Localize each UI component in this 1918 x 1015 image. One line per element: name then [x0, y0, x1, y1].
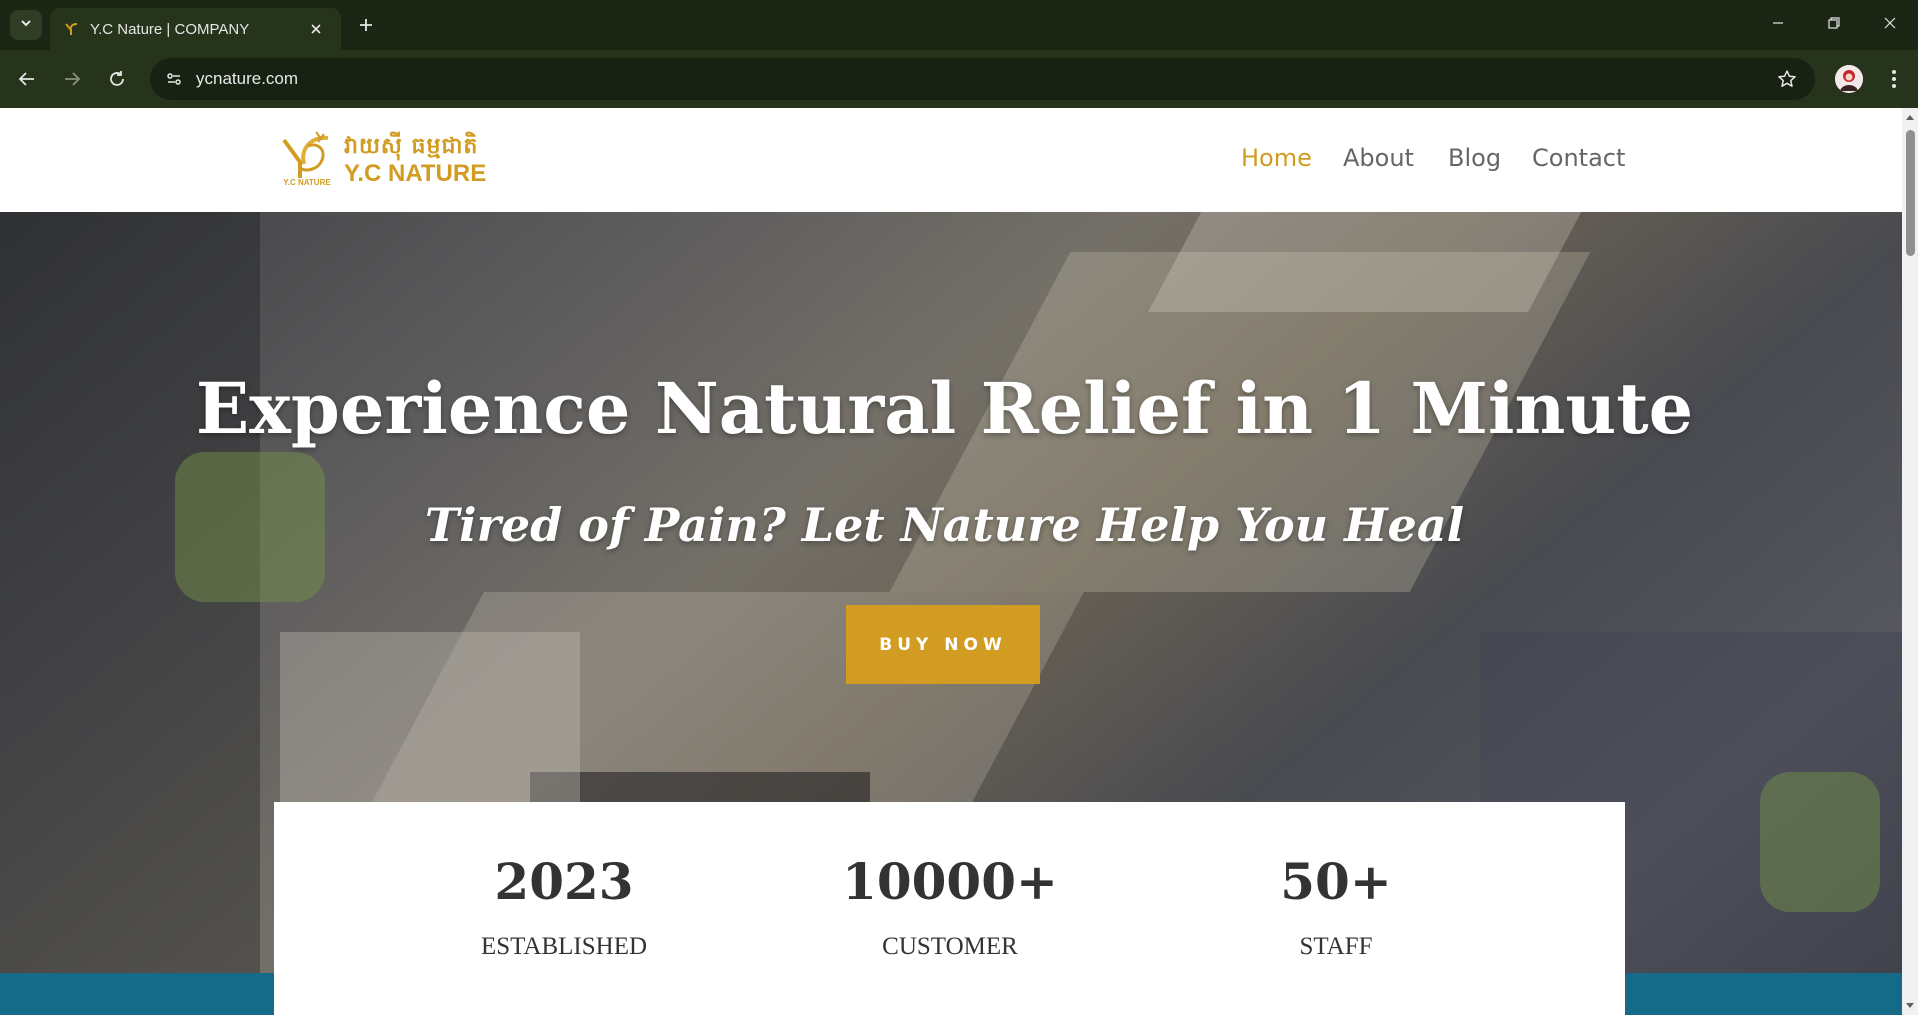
page-viewport: Y.C NATURE វាយស៊ី ធម្មជាតិ Y.C NATURE Ho… [0, 108, 1902, 1015]
hero-title: Experience Natural Relief in 1 Minute [195, 367, 1694, 450]
logo-khmer-text: វាយស៊ី ធម្មជាតិ [344, 133, 479, 159]
logo-text: វាយស៊ី ធម្មជាតិ Y.C NATURE [344, 132, 486, 188]
yc-nature-favicon [64, 21, 80, 37]
minimize-icon[interactable] [1750, 0, 1806, 46]
nav-about[interactable]: About [1343, 144, 1414, 172]
hero-subtitle: Tired of Pain? Let Nature Help You Heal [424, 498, 1465, 552]
scroll-down-arrow-icon[interactable] [1905, 1001, 1915, 1011]
browser-tab-active[interactable]: Y.C Nature | COMPANY [50, 8, 341, 50]
scroll-thumb[interactable] [1906, 130, 1915, 256]
browser-toolbar: ycnature.com [0, 50, 1918, 108]
star-icon[interactable] [1775, 67, 1799, 91]
stat-label: STAFF [1299, 933, 1373, 960]
url-text: ycnature.com [196, 69, 299, 88]
stat-value: 10000+ [842, 852, 1058, 911]
nav-blog[interactable]: Blog [1448, 144, 1501, 172]
forward-arrow-icon[interactable] [56, 63, 88, 95]
scroll-up-arrow-icon[interactable] [1905, 112, 1915, 122]
logo-latin-text: Y.C NATURE [344, 160, 487, 187]
stat-value: 2023 [494, 852, 634, 911]
close-window-icon[interactable] [1862, 0, 1918, 46]
site-logo[interactable]: Y.C NATURE វាយស៊ី ធម្មជាតិ Y.C NATURE [278, 128, 498, 192]
nav-home[interactable]: Home [1241, 144, 1312, 172]
vertical-dots-icon[interactable] [1880, 65, 1908, 93]
reload-icon[interactable] [101, 63, 133, 95]
site-header: Y.C NATURE វាយស៊ី ធម្មជាតិ Y.C NATURE Ho… [0, 108, 1902, 212]
close-icon[interactable] [305, 18, 327, 40]
page-scrollbar[interactable] [1902, 108, 1918, 1015]
stat-label: ESTABLISHED [480, 933, 648, 960]
back-arrow-icon[interactable] [11, 63, 43, 95]
site-settings-icon[interactable] [160, 65, 188, 93]
stat-value: 50+ [1280, 852, 1392, 911]
yc-logo-mark-icon: Y.C NATURE [278, 128, 336, 192]
address-bar[interactable]: ycnature.com [150, 58, 1815, 100]
chevron-down-icon [19, 16, 33, 35]
plus-icon[interactable] [353, 12, 379, 38]
restore-icon[interactable] [1806, 0, 1862, 46]
stats-card: 2023 ESTABLISHED 10000+ CUSTOMER 50+ STA… [274, 802, 1625, 1015]
profile-avatar[interactable] [1835, 65, 1863, 93]
tab-list-button[interactable] [10, 10, 42, 40]
buy-now-button[interactable]: BUY NOW [846, 605, 1040, 684]
stat-label: CUSTOMER [882, 933, 1018, 960]
browser-tab-bar: Y.C Nature | COMPANY [0, 0, 1918, 50]
tab-title: Y.C Nature | COMPANY [90, 20, 250, 38]
logo-mark-caption: Y.C NATURE [283, 178, 331, 187]
nav-contact[interactable]: Contact [1532, 144, 1625, 172]
